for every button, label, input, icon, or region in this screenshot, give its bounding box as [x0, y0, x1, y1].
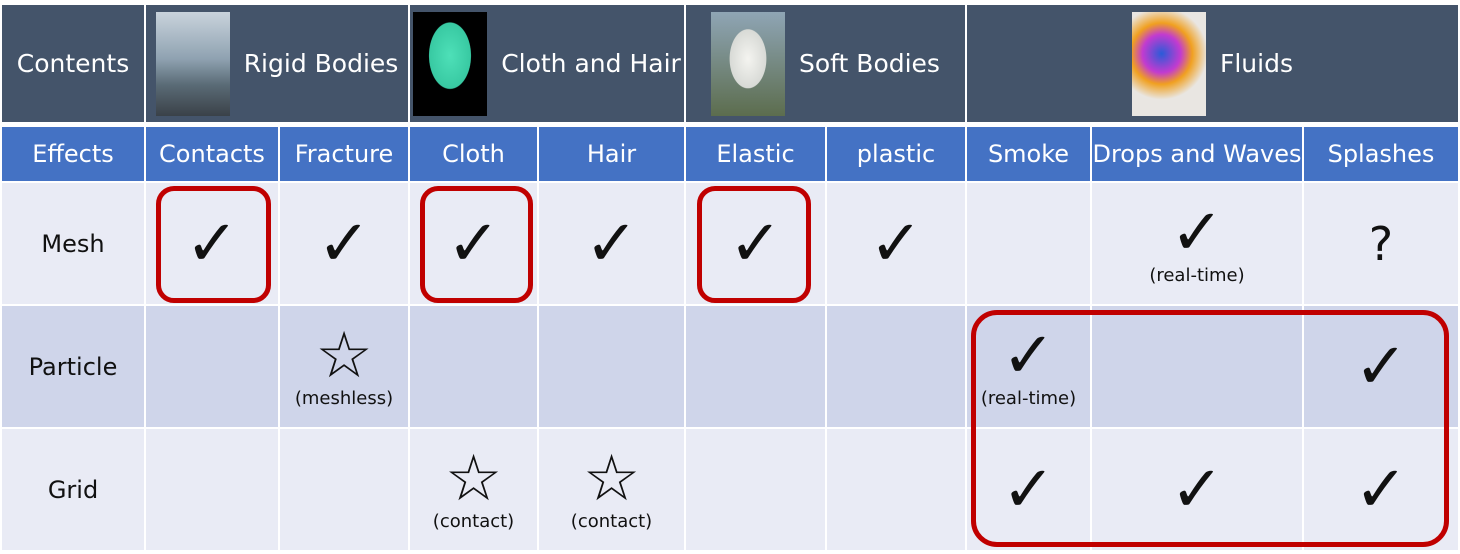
- stacked-stones-photo: [155, 11, 230, 116]
- effect-header: Drops and Waves: [1092, 127, 1302, 181]
- header-group-label: Fluids: [1219, 49, 1293, 78]
- table-cell: ☆ (contact): [539, 429, 684, 550]
- table-cell: ✓: [280, 183, 408, 304]
- checkmark-icon: ✓: [869, 206, 923, 281]
- effect-label: Drops and Waves: [1092, 140, 1302, 168]
- header-group-label: Soft Bodies: [799, 49, 940, 78]
- checkmark-icon: ✓: [1170, 196, 1224, 270]
- header-contents-label: Contents: [16, 49, 130, 78]
- table-cell: ?: [1304, 183, 1458, 304]
- effect-label: Smoke: [987, 140, 1070, 168]
- question-mark: ?: [1368, 216, 1394, 271]
- highlight-fluids-particle-grid: [971, 310, 1449, 547]
- effect-header: Fracture: [280, 127, 408, 181]
- highlight-elastic-mesh: [697, 186, 811, 303]
- effect-header: Hair: [539, 127, 684, 181]
- effect-label: Splashes: [1327, 140, 1435, 168]
- highlight-contacts-mesh: [156, 186, 271, 303]
- effects-label: Effects: [32, 140, 114, 168]
- table-cell: [967, 183, 1090, 304]
- paint-splash-photo: [1131, 11, 1206, 116]
- table-cell: [539, 306, 684, 427]
- effect-label: Cloth: [442, 140, 505, 168]
- table-cell: [686, 429, 825, 550]
- effect-header: Splashes: [1304, 127, 1458, 181]
- header-group-label: Rigid Bodies: [243, 49, 399, 78]
- table-cell: ✓: [539, 183, 684, 304]
- effect-header: plastic: [827, 127, 965, 181]
- highlight-cloth-mesh: [420, 186, 533, 303]
- table-cell: [146, 429, 278, 550]
- header-contents: Contents: [2, 5, 144, 122]
- header-group: Rigid Bodies: [146, 5, 408, 122]
- table-cell: ✓: [827, 183, 965, 304]
- table-cell: ✓ (real-time): [1092, 183, 1302, 304]
- cell-note: (meshless): [294, 388, 394, 409]
- row-label-grid: Grid: [2, 429, 144, 550]
- header-group: Cloth and Hair: [410, 5, 684, 122]
- header-group: Soft Bodies: [686, 5, 965, 122]
- table-cell: [410, 306, 537, 427]
- cell-note: (real-time): [1149, 265, 1245, 286]
- effect-header: Cloth: [410, 127, 537, 181]
- effect-label: Elastic: [716, 140, 795, 168]
- effect-label: Hair: [586, 140, 637, 168]
- cell-note: (contact): [570, 511, 653, 532]
- header-group: Fluids: [967, 5, 1458, 122]
- row-label-particle: Particle: [2, 306, 144, 427]
- checkmark-icon: ✓: [584, 206, 639, 281]
- cell-note: (contact): [432, 511, 515, 532]
- jacket-photo: [413, 11, 488, 116]
- table-cell: [827, 429, 965, 550]
- michelin-man-photo: [711, 11, 786, 116]
- table-cell: [280, 429, 408, 550]
- table-cell: ☆ (meshless): [280, 306, 408, 427]
- table-cell: [827, 306, 965, 427]
- star-icon: ☆: [444, 442, 503, 516]
- star-icon: ☆: [582, 442, 641, 516]
- effect-label: plastic: [856, 140, 936, 168]
- row-label: Particle: [28, 352, 118, 381]
- effect-header: Elastic: [686, 127, 825, 181]
- row-label: Grid: [47, 475, 99, 504]
- row-label: Mesh: [41, 229, 105, 258]
- effects-corner: Effects: [2, 127, 144, 181]
- row-label-mesh: Mesh: [2, 183, 144, 304]
- table-cell: ☆ (contact): [410, 429, 537, 550]
- effect-header: Contacts: [146, 127, 278, 181]
- star-icon: ☆: [315, 319, 373, 393]
- header-group-label: Cloth and Hair: [501, 49, 681, 78]
- effect-header: Smoke: [967, 127, 1090, 181]
- effect-label: Contacts: [159, 140, 265, 168]
- table-cell: [686, 306, 825, 427]
- effect-label: Fracture: [294, 140, 394, 168]
- checkmark-icon: ✓: [317, 206, 371, 281]
- table-cell: [146, 306, 278, 427]
